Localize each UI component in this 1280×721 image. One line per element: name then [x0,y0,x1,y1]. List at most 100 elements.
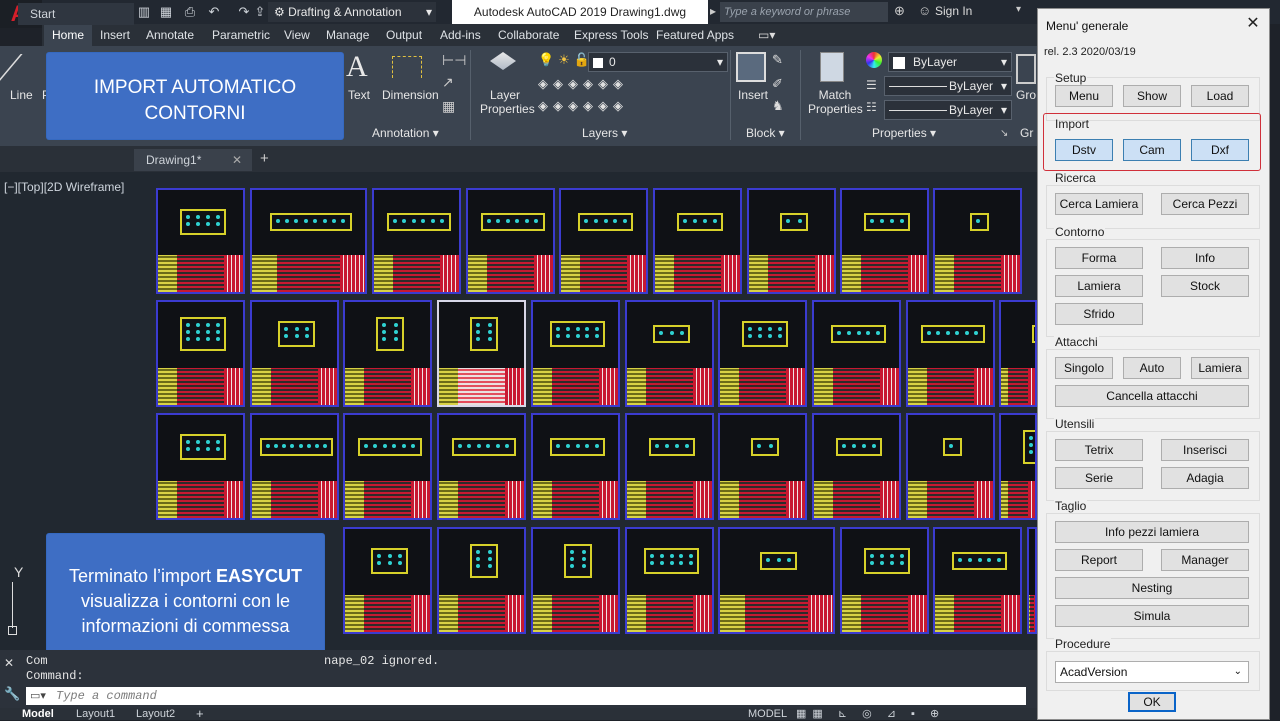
load-button[interactable]: Load [1191,85,1249,107]
dialog-launcher-icon[interactable]: ↘ [1000,128,1008,139]
nested-sheet[interactable] [933,188,1022,294]
insert-block-icon[interactable] [736,52,766,82]
properties-panel-title[interactable]: Properties ▾ [872,126,936,140]
binoculars-icon[interactable]: ⊕ [894,3,905,19]
nested-sheet[interactable] [906,300,995,407]
ribbon-options-icon[interactable]: ▭▾ [758,28,775,42]
print-icon[interactable]: ⎙ [182,4,198,20]
report-button[interactable]: Report [1055,549,1143,571]
nested-sheet[interactable] [625,300,714,407]
text-icon[interactable]: A [346,50,368,84]
tab-collaborate[interactable]: Collaborate [490,24,567,46]
match-properties-label[interactable]: Match Properties [808,88,863,116]
layers-panel-title[interactable]: Layers ▾ [582,126,627,140]
redo-icon[interactable]: ↷ [236,4,252,20]
tab-featured-apps[interactable]: Featured Apps [648,24,742,46]
nested-sheet[interactable] [156,413,245,520]
nesting-button[interactable]: Nesting [1055,577,1249,599]
block-panel-title[interactable]: Block ▾ [746,126,785,140]
status-toggle-icons[interactable]: ▦▦ ⊾ ◎ ⊿ ▪ ⊕ [796,708,945,720]
nested-sheet[interactable] [437,413,526,520]
group-tool-label[interactable]: Gro [1016,88,1036,102]
nested-sheet[interactable] [840,188,929,294]
close-command-icon[interactable]: ✕ [4,656,14,670]
nested-sheet[interactable] [1027,527,1037,634]
cloud-save-icon[interactable]: ▦ [158,4,174,20]
nested-sheet[interactable] [747,188,836,294]
chevron-right-icon[interactable]: ▸ [710,4,716,18]
dstv-button[interactable]: Dstv [1055,139,1113,161]
cerca-pezzi-button[interactable]: Cerca Pezzi [1161,193,1249,215]
nested-sheet[interactable] [250,300,339,407]
nested-sheet[interactable] [250,413,339,520]
sign-in-button[interactable]: Sign In [935,4,972,18]
nested-sheet[interactable] [812,300,901,407]
nested-sheet[interactable] [531,527,620,634]
nested-sheet[interactable] [933,527,1022,634]
user-icon[interactable]: ☺ [918,3,931,18]
layer-state-icons[interactable]: 💡☀🔓 [538,52,594,68]
linetype-dropdown[interactable]: ByLayer ▾ [884,76,1012,96]
share-icon[interactable]: ⇪ [252,4,268,20]
tab-add-ins[interactable]: Add-ins [432,24,489,46]
forma-button[interactable]: Forma [1055,247,1143,269]
manager-button[interactable]: Manager [1161,549,1249,571]
auto-button[interactable]: Auto [1123,357,1181,379]
simula-button[interactable]: Simula [1055,605,1249,627]
dimension-tool-label[interactable]: Dimension [382,88,439,102]
nested-sheet[interactable] [372,188,461,294]
nested-sheet[interactable] [718,300,807,407]
block-attrib-icon[interactable]: ♞ [772,98,784,114]
nested-sheet[interactable] [343,300,432,407]
nested-sheet[interactable] [718,413,807,520]
nested-sheet[interactable] [559,188,648,294]
layer-dropdown[interactable]: 0 ▾ [588,52,728,72]
edit-block-icon[interactable]: ✐ [772,76,783,92]
nested-sheet[interactable] [999,300,1037,407]
stock-button[interactable]: Stock [1161,275,1249,297]
command-input[interactable]: Type a command [26,687,1026,705]
lamiera-contorno-button[interactable]: Lamiera [1055,275,1143,297]
tetrix-button[interactable]: Tetrix [1055,439,1143,461]
undo-icon[interactable]: ↶ [206,4,222,20]
dimension-icon[interactable] [392,56,422,78]
chevron-down-icon[interactable]: ▾ [1016,4,1021,15]
nested-sheet[interactable] [625,527,714,634]
info-button[interactable]: Info [1161,247,1249,269]
procedure-select[interactable]: AcadVersion ⌄ [1055,661,1249,683]
show-button[interactable]: Show [1123,85,1181,107]
serie-button[interactable]: Serie [1055,467,1143,489]
singolo-button[interactable]: Singolo [1055,357,1113,379]
cancella-attacchi-button[interactable]: Cancella attacchi [1055,385,1249,407]
viewport-controls[interactable]: [−][Top][2D Wireframe] [4,180,124,194]
lineweight-dropdown[interactable]: ByLayer ▾ [884,100,1012,120]
create-block-icon[interactable]: ✎ [772,52,783,68]
inserisci-button[interactable]: Inserisci [1161,439,1249,461]
lineweight-icon[interactable]: ☷ [866,100,877,114]
nested-sheet[interactable] [625,413,714,520]
nested-sheet[interactable] [343,527,432,634]
nested-sheet[interactable] [718,527,835,634]
groups-panel-title[interactable]: Gr [1020,126,1033,140]
nested-sheet[interactable] [156,300,245,407]
menu-button[interactable]: Menu [1055,85,1113,107]
tab-view[interactable]: View [276,24,318,46]
layer-tools-row1-icons[interactable]: ◈◈◈◈◈◈ [538,76,628,92]
nested-sheet[interactable] [156,188,245,294]
adagia-button[interactable]: Adagia [1161,467,1249,489]
cerca-lamiera-button[interactable]: Cerca Lamiera [1055,193,1143,215]
nested-sheet[interactable] [437,527,526,634]
lamiera-attacchi-button[interactable]: Lamiera [1191,357,1249,379]
match-properties-icon[interactable] [820,52,844,82]
line-tool-label[interactable]: Line [10,88,33,102]
info-pezzi-lamiera-button[interactable]: Info pezzi lamiera [1055,521,1249,543]
nested-sheet[interactable] [343,413,432,520]
command-prompt-icon[interactable]: ▭▾ [30,689,46,702]
linetype-icon[interactable]: ☰ [866,78,877,92]
nested-sheet[interactable] [999,413,1037,520]
nested-sheet[interactable] [653,188,742,294]
tab-express-tools[interactable]: Express Tools [566,24,656,46]
linear-dim-icon[interactable]: ⊢⊣ [442,52,466,69]
nested-sheet[interactable] [531,413,620,520]
ok-button[interactable]: OK [1128,692,1176,712]
